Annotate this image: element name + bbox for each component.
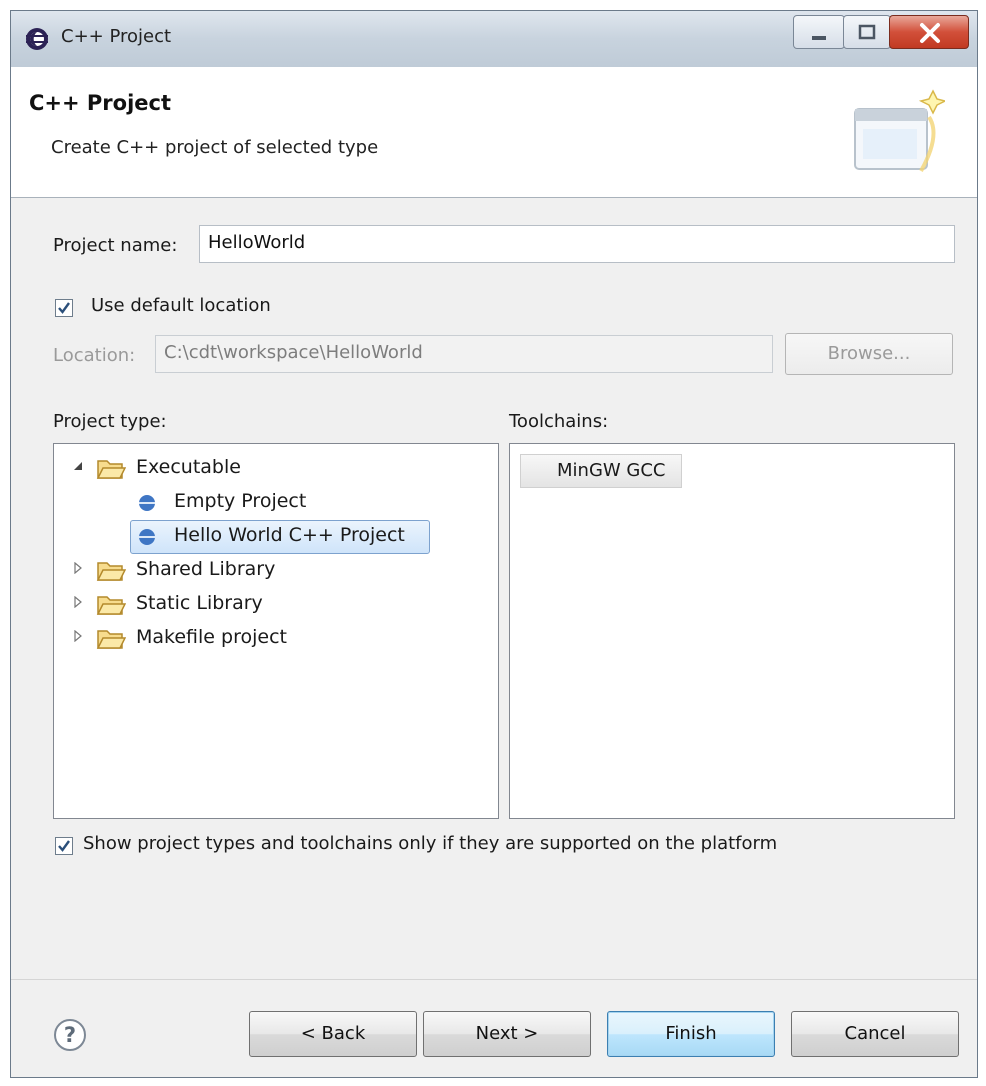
location-input[interactable]: C:\cdt\workspace\HelloWorld <box>155 335 773 373</box>
show-supported-only-checkbox[interactable] <box>55 837 73 855</box>
folder-icon <box>96 562 126 581</box>
tree-item-label: Hello World C++ Project <box>174 524 405 546</box>
page-subtitle: Create C++ project of selected type <box>51 137 379 158</box>
tree-item-label: Executable <box>136 456 241 478</box>
folder-icon <box>96 596 126 615</box>
checkmark-icon <box>58 840 70 852</box>
project-type-label: Project type: <box>53 411 167 432</box>
use-default-location-checkbox[interactable] <box>55 299 73 317</box>
tree-item-static-library[interactable]: Static Library <box>72 588 472 620</box>
checkmark-icon <box>58 302 70 314</box>
page-title: C++ Project <box>29 91 172 115</box>
folder-icon <box>96 460 126 479</box>
close-icon <box>920 23 940 43</box>
project-template-icon <box>139 529 155 545</box>
toolchains-list[interactable]: MinGW GCC <box>509 443 955 819</box>
close-button[interactable] <box>889 15 969 49</box>
tree-item-hello-world-cpp-project[interactable]: Hello World C++ Project <box>130 520 430 554</box>
title-bar[interactable]: C++ Project <box>11 11 977 68</box>
footer-divider <box>11 979 977 980</box>
use-default-location-label: Use default location <box>91 295 271 316</box>
tree-item-shared-library[interactable]: Shared Library <box>72 554 472 586</box>
back-button[interactable]: < Back <box>249 1011 417 1057</box>
tree-item-empty-project[interactable]: Empty Project <box>138 486 478 518</box>
next-button[interactable]: Next > <box>423 1011 591 1057</box>
project-template-icon <box>139 495 155 511</box>
tree-item-executable[interactable]: Executable <box>72 452 472 484</box>
minimize-button[interactable] <box>793 15 845 49</box>
tree-item-label: Static Library <box>136 592 263 614</box>
location-label: Location: <box>53 345 136 366</box>
project-name-label: Project name: <box>53 235 178 256</box>
minimize-icon <box>812 36 826 40</box>
project-name-input[interactable]: HelloWorld <box>199 225 955 263</box>
new-window-wizard-icon <box>854 89 945 172</box>
collapsed-arrow-icon <box>74 630 82 642</box>
finish-button[interactable]: Finish <box>607 1011 775 1057</box>
tree-item-label: Empty Project <box>174 490 307 512</box>
svg-text:?: ? <box>64 1023 76 1047</box>
window-title: C++ Project <box>61 26 172 47</box>
collapsed-arrow-icon <box>74 596 82 608</box>
tree-item-makefile-project[interactable]: Makefile project <box>72 622 472 654</box>
maximize-icon <box>858 24 876 40</box>
expanded-arrow-icon <box>74 462 82 470</box>
help-icon[interactable]: ? <box>53 1018 87 1052</box>
show-supported-only-label: Show project types and toolchains only i… <box>83 833 778 854</box>
collapsed-arrow-icon <box>74 562 82 574</box>
folder-icon <box>96 630 126 649</box>
tree-item-label: Shared Library <box>136 558 276 580</box>
toolchain-item[interactable]: MinGW GCC <box>520 454 682 488</box>
project-type-tree[interactable]: Executable Empty Project Hello World C++… <box>53 443 499 819</box>
browse-button[interactable]: Browse... <box>785 333 953 375</box>
toolchains-label: Toolchains: <box>509 411 609 432</box>
wizard-window: C++ Project C++ Project Create C++ proje… <box>10 10 978 1078</box>
cancel-button[interactable]: Cancel <box>791 1011 959 1057</box>
maximize-button[interactable] <box>843 15 891 49</box>
wizard-header: C++ Project Create C++ project of select… <box>11 67 977 198</box>
tree-item-label: Makefile project <box>136 626 287 648</box>
eclipse-icon <box>26 28 48 50</box>
